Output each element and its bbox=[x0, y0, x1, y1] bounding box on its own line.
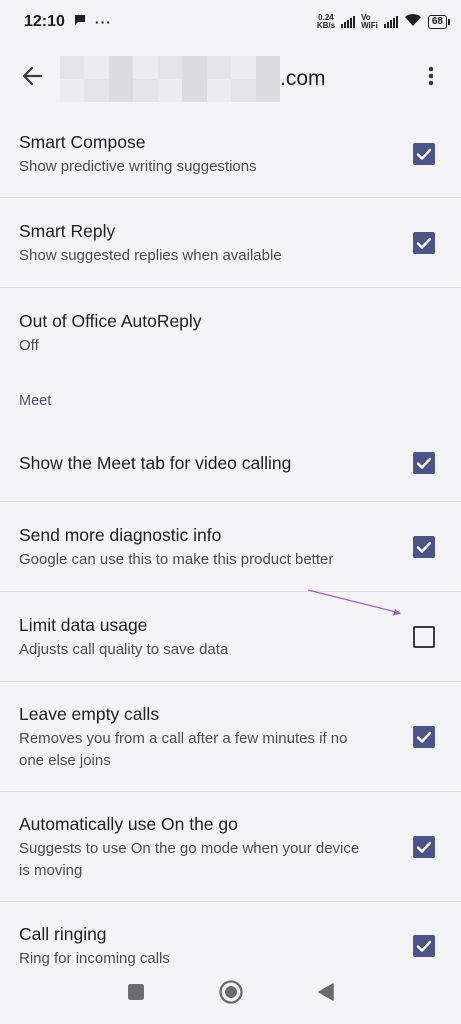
setting-out-of-office[interactable]: Out of Office AutoReply Off bbox=[0, 288, 461, 378]
home-button[interactable] bbox=[218, 979, 244, 1010]
smart-compose-checkbox[interactable] bbox=[413, 142, 435, 165]
leave-empty-calls-checkbox[interactable] bbox=[413, 725, 435, 748]
check-icon bbox=[416, 731, 432, 743]
setting-subtitle: Adjusts call quality to save data bbox=[19, 640, 229, 658]
smart-reply-checkbox[interactable] bbox=[413, 231, 435, 254]
network-speed-unit: KB/s bbox=[316, 21, 336, 30]
section-header-meet: Meet bbox=[19, 393, 52, 409]
more-notifications-dots: ··· bbox=[94, 14, 112, 30]
more-options-button[interactable] bbox=[419, 62, 443, 90]
recents-button[interactable] bbox=[127, 983, 145, 1006]
wifi-icon bbox=[404, 13, 422, 31]
check-icon bbox=[416, 841, 432, 853]
status-time: 12:10 bbox=[24, 13, 65, 30]
chat-bubble-icon bbox=[73, 13, 87, 31]
setting-smart-compose[interactable]: Smart Compose Show predictive writing su… bbox=[0, 110, 461, 198]
check-icon bbox=[416, 148, 432, 160]
battery-icon: 68 bbox=[427, 15, 451, 29]
on-the-go-checkbox[interactable] bbox=[413, 835, 435, 858]
setting-subtitle: Show predictive writing suggestions bbox=[19, 157, 257, 175]
status-left: 12:10 ··· bbox=[24, 13, 112, 31]
check-icon bbox=[416, 237, 432, 249]
nav-back-button[interactable] bbox=[317, 982, 335, 1007]
back-button[interactable] bbox=[18, 62, 46, 90]
circle-icon bbox=[218, 979, 243, 1004]
setting-subtitle: Off bbox=[19, 337, 39, 354]
square-icon bbox=[127, 983, 144, 1000]
status-right: 0.24 KB/s Vo WiFi 68 bbox=[317, 13, 451, 31]
setting-subtitle: Suggests to use On the go mode when your… bbox=[19, 839, 360, 879]
call-ringing-checkbox[interactable] bbox=[413, 935, 435, 957]
redacted-account-name bbox=[60, 56, 280, 102]
setting-subtitle: Show suggested replies when available bbox=[19, 246, 282, 264]
check-icon bbox=[416, 541, 432, 553]
network-speed: 0.24 KB/s bbox=[317, 14, 335, 30]
setting-on-the-go[interactable]: Automatically use On the go Suggests to … bbox=[0, 792, 461, 902]
vowifi-indicator: Vo WiFi bbox=[361, 14, 378, 30]
arrow-left-icon bbox=[22, 66, 43, 86]
settings-list: Smart Compose Show predictive writing su… bbox=[0, 110, 461, 990]
signal-strength-icon bbox=[341, 16, 356, 28]
diagnostic-info-checkbox[interactable] bbox=[413, 535, 435, 558]
system-nav-bar bbox=[0, 964, 461, 1024]
setting-subtitle: Google can use this to make this product… bbox=[19, 550, 334, 568]
signal-strength-2-icon bbox=[383, 16, 398, 28]
setting-title: Leave empty calls bbox=[19, 703, 160, 724]
setting-diagnostic-info[interactable]: Send more diagnostic info Google can use… bbox=[0, 502, 461, 592]
setting-title: Automatically use On the go bbox=[19, 813, 238, 834]
check-icon bbox=[416, 457, 432, 469]
more-vert-icon bbox=[428, 66, 434, 86]
setting-title: Smart Compose bbox=[19, 131, 146, 152]
annotation-arrow-icon bbox=[307, 589, 401, 616]
limit-data-usage-checkbox[interactable] bbox=[413, 625, 435, 648]
status-bar: 12:10 ··· 0.24 KB/s Vo WiFi 68 bbox=[0, 0, 461, 44]
account-title: .com bbox=[60, 56, 326, 102]
vowifi-bottom: WiFi bbox=[361, 21, 378, 30]
meet-tab-checkbox[interactable] bbox=[413, 451, 435, 474]
check-icon bbox=[416, 940, 432, 952]
setting-title: Call ringing bbox=[19, 924, 107, 944]
account-domain: .com bbox=[280, 67, 326, 90]
setting-title: Out of Office AutoReply bbox=[19, 311, 202, 331]
setting-smart-reply[interactable]: Smart Reply Show suggested replies when … bbox=[0, 198, 461, 288]
setting-title: Send more diagnostic info bbox=[19, 524, 222, 545]
setting-meet-tab[interactable]: Show the Meet tab for video calling bbox=[0, 424, 461, 502]
setting-title: Smart Reply bbox=[19, 220, 116, 241]
setting-subtitle: Removes you from a call after a few minu… bbox=[19, 729, 348, 769]
setting-leave-empty-calls[interactable]: Leave empty calls Removes you from a cal… bbox=[0, 682, 461, 792]
triangle-icon bbox=[317, 982, 334, 1001]
setting-title: Show the Meet tab for video calling bbox=[19, 452, 292, 473]
app-bar: .com bbox=[0, 44, 461, 108]
